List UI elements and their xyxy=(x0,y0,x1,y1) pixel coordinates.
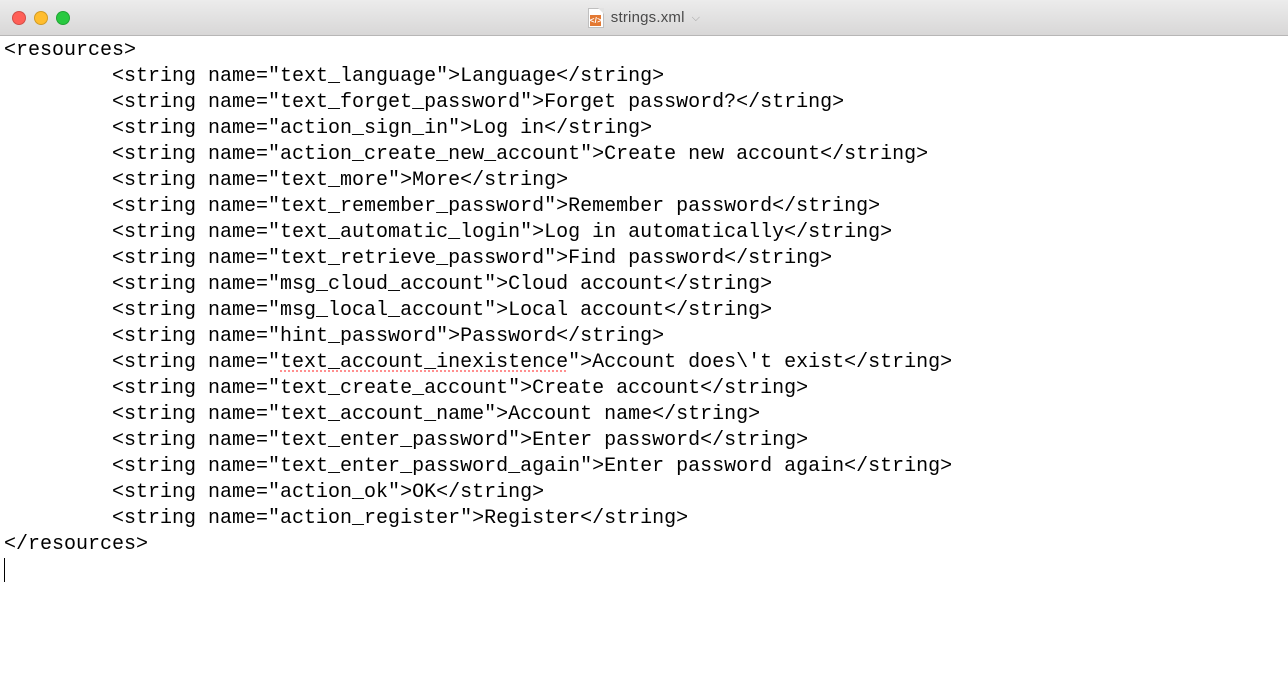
traffic-lights xyxy=(12,0,70,36)
code-line[interactable]: <string name="text_more">More</string> xyxy=(4,169,568,192)
code-line[interactable]: <string name="text_enter_password_again"… xyxy=(4,455,952,478)
code-line[interactable]: <string name="msg_local_account">Local a… xyxy=(4,299,772,322)
code-line[interactable]: <resources> xyxy=(4,39,136,62)
document-title[interactable]: </> strings.xml ⌵ xyxy=(588,8,700,28)
code-line[interactable]: <string name="hint_password">Password</s… xyxy=(4,325,664,348)
code-line[interactable]: <string name="action_create_new_account"… xyxy=(4,143,928,166)
code-line[interactable]: <string name="text_language">Language</s… xyxy=(4,65,664,88)
code-line[interactable]: </resources> xyxy=(4,533,148,556)
code-line[interactable]: <string name="text_retrieve_password">Fi… xyxy=(4,247,832,270)
code-line[interactable]: <string name="text_automatic_login">Log … xyxy=(4,221,892,244)
code-line[interactable]: <string name="text_enter_password">Enter… xyxy=(4,429,808,452)
window-titlebar: </> strings.xml ⌵ xyxy=(0,0,1288,36)
zoom-button[interactable] xyxy=(56,11,70,25)
code-line[interactable]: <string name="action_sign_in">Log in</st… xyxy=(4,117,652,140)
file-icon: </> xyxy=(588,8,604,28)
spellcheck-error: text_account_inexistence xyxy=(280,351,568,374)
minimize-button[interactable] xyxy=(34,11,48,25)
close-button[interactable] xyxy=(12,11,26,25)
code-line[interactable]: <string name="action_ok">OK</string> xyxy=(4,481,544,504)
code-line[interactable]: <string name="text_account_inexistence">… xyxy=(4,351,952,374)
code-line[interactable]: <string name="text_forget_password">Forg… xyxy=(4,91,844,114)
code-line[interactable]: <string name="msg_cloud_account">Cloud a… xyxy=(4,273,772,296)
text-cursor xyxy=(4,558,5,582)
code-line[interactable]: <string name="text_create_account">Creat… xyxy=(4,377,808,400)
code-line[interactable]: <string name="text_account_name">Account… xyxy=(4,403,760,426)
code-editor[interactable]: <resources> <string name="text_language"… xyxy=(0,36,1288,674)
code-line[interactable]: <string name="text_remember_password">Re… xyxy=(4,195,880,218)
chevron-down-icon[interactable]: ⌵ xyxy=(692,12,701,25)
filename-label: strings.xml xyxy=(611,9,685,26)
code-line[interactable]: <string name="action_register">Register<… xyxy=(4,507,688,530)
